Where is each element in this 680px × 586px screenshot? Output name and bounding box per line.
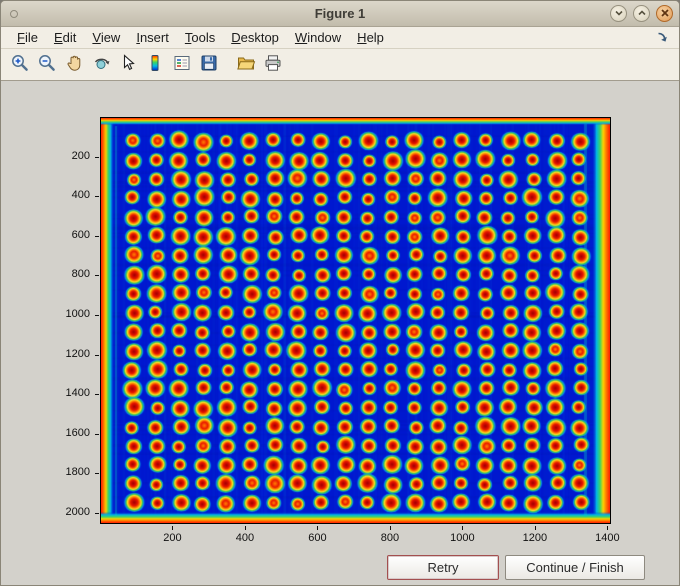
menu-tools[interactable]: Tools — [177, 29, 223, 46]
x-tick-mark — [317, 526, 319, 530]
y-tick-mark — [95, 473, 99, 475]
y-tick-label: 800 — [71, 268, 90, 281]
x-tick-label: 1200 — [522, 532, 548, 544]
menu-view[interactable]: View — [84, 29, 128, 46]
rotate-3d-button[interactable] — [88, 52, 113, 77]
zoom-in-button[interactable] — [7, 52, 32, 77]
x-tick-label: 1000 — [450, 532, 475, 544]
y-tick-label: 1800 — [65, 466, 90, 479]
close-icon — [660, 6, 670, 21]
menu-insert[interactable]: Insert — [128, 29, 177, 46]
menu-bar: File Edit View Insert Tools Desktop Window Help — [1, 27, 679, 49]
y-tick-mark — [95, 354, 99, 356]
microarray-image[interactable] — [101, 118, 610, 523]
menu-window[interactable]: Window — [287, 29, 349, 46]
data-cursor-icon — [118, 53, 138, 76]
maximize-button[interactable] — [633, 5, 650, 22]
window-controls — [610, 5, 673, 22]
pan-icon — [64, 53, 84, 76]
insert-legend-button[interactable] — [169, 52, 194, 77]
x-tick-label: 800 — [380, 532, 400, 544]
figure-toolbar — [1, 49, 679, 81]
menu-edit[interactable]: Edit — [46, 29, 84, 46]
x-tick-mark — [244, 526, 246, 530]
open-file-button[interactable] — [233, 52, 258, 77]
print-figure-icon — [263, 53, 283, 76]
y-tick-mark — [95, 314, 99, 316]
axes — [100, 117, 611, 524]
y-tick-label: 1000 — [65, 307, 90, 320]
y-tick-mark — [95, 512, 99, 514]
zoom-out-button[interactable] — [34, 52, 59, 77]
x-tick-mark — [462, 526, 464, 530]
menu-file[interactable]: File — [9, 29, 46, 46]
y-tick-mark — [95, 196, 99, 198]
y-tick-label: 1400 — [65, 387, 90, 400]
y-tick-label: 200 — [71, 149, 90, 162]
zoom-in-icon — [10, 53, 30, 76]
x-tick-mark — [607, 526, 609, 530]
data-cursor-button[interactable] — [115, 52, 140, 77]
continue-finish-button[interactable]: Continue / Finish — [505, 555, 645, 580]
retry-button[interactable]: Retry — [387, 555, 499, 580]
menu-items: File Edit View Insert Tools Desktop Window Help — [9, 29, 392, 46]
dock-figure-arrow-icon[interactable] — [656, 31, 669, 44]
chevron-up-icon — [637, 6, 647, 21]
x-tick-mark — [172, 526, 174, 530]
figure-window: Figure 1 File Edit View Insert Tools Desktop W… — [0, 0, 680, 586]
minimize-button[interactable] — [610, 5, 627, 22]
y-tick-label: 400 — [71, 189, 90, 202]
x-tick-label: 600 — [308, 532, 327, 544]
close-button[interactable] — [656, 5, 673, 22]
title-bar[interactable]: Figure 1 — [1, 1, 679, 27]
print-figure-button[interactable] — [260, 52, 285, 77]
save-figure-button[interactable] — [196, 52, 221, 77]
x-tick-mark — [534, 526, 536, 530]
chevron-down-icon — [614, 6, 624, 21]
x-tick-label: 1400 — [595, 532, 620, 544]
menu-desktop[interactable]: Desktop — [223, 29, 287, 46]
rotate-3d-icon — [91, 53, 111, 76]
insert-colorbar-icon — [145, 53, 165, 76]
insert-legend-icon — [172, 53, 192, 76]
insert-colorbar-button[interactable] — [142, 52, 167, 77]
y-tick-label: 600 — [71, 228, 90, 241]
x-tick-label: 200 — [163, 532, 182, 544]
zoom-out-icon — [37, 53, 57, 76]
y-tick-mark — [95, 394, 99, 396]
y-tick-label: 2000 — [65, 505, 90, 518]
y-tick-mark — [95, 433, 99, 435]
y-tick-mark — [95, 156, 99, 158]
save-figure-icon — [199, 53, 219, 76]
toolbar-items — [6, 52, 286, 77]
y-tick-mark — [95, 235, 99, 237]
y-tick-label: 1600 — [65, 426, 90, 439]
window-title: Figure 1 — [314, 6, 366, 21]
open-file-icon — [236, 53, 256, 76]
y-tick-mark — [95, 275, 99, 277]
menu-help[interactable]: Help — [349, 29, 392, 46]
figure-canvas-area: 200 400 600 800 1000 1200 1400 200 400 600 800 1000… — [1, 81, 679, 585]
x-tick-mark — [389, 526, 391, 530]
y-tick-label: 1200 — [65, 347, 90, 360]
x-tick-label: 400 — [235, 532, 255, 544]
pan-button[interactable] — [61, 52, 86, 77]
